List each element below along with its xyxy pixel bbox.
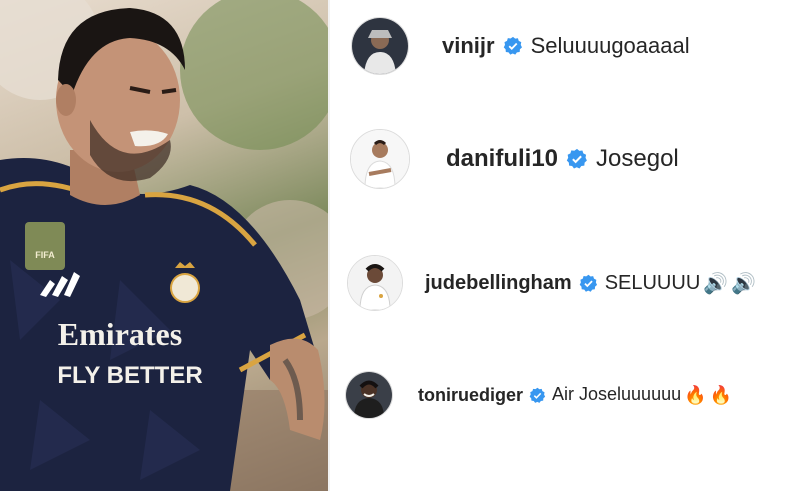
crest-icon	[170, 273, 200, 303]
fire-icon: 🔥	[684, 384, 707, 405]
comment-username[interactable]: judebellingham	[425, 272, 572, 295]
avatar[interactable]	[351, 17, 409, 75]
avatar[interactable]	[345, 371, 393, 419]
badge-text: FIFA	[35, 250, 55, 260]
comment-text: Josegol	[596, 145, 679, 172]
player-illustration: FIFA Emirates FLY BETTER	[0, 0, 328, 491]
comment-username[interactable]: toniruediger	[418, 385, 523, 406]
comment-text: SELUUUU 🔊 🔊	[605, 271, 756, 296]
player-photo: FIFA Emirates FLY BETTER	[0, 0, 328, 491]
comment-text: Air Joseluuuuuu 🔥 🔥	[552, 384, 732, 406]
fifa-badge-icon	[25, 222, 65, 270]
speaker-icon: 🔊	[703, 272, 729, 295]
verified-badge-icon	[529, 387, 546, 404]
sponsor-tagline: FLY BETTER	[57, 362, 202, 389]
player-avatar-icon	[348, 256, 402, 310]
comment-item: judebellingham SELUUUU 🔊 🔊	[347, 255, 756, 311]
comment-username[interactable]: vinijr	[442, 33, 495, 59]
player-avatar-icon	[346, 372, 392, 418]
verified-badge-icon	[579, 274, 598, 293]
comment-list: vinijr Seluuuugoaaaal danifuli10 Josegol	[330, 0, 800, 491]
avatar[interactable]	[350, 129, 410, 189]
avatar[interactable]	[347, 255, 403, 311]
verified-badge-icon	[566, 148, 588, 170]
comment-item: toniruediger Air Joseluuuuuu 🔥 🔥	[345, 371, 732, 419]
fire-icon: 🔥	[709, 384, 732, 405]
comment-item: danifuli10 Josegol	[350, 128, 679, 190]
player-avatar-icon	[351, 130, 409, 188]
comment-text-content: Air Joseluuuuuu	[552, 384, 682, 405]
comment-text-content: SELUUUU	[604, 271, 701, 294]
comment-username[interactable]: danifuli10	[446, 145, 558, 173]
sponsor-name: Emirates	[58, 316, 182, 352]
comment-item: vinijr Seluuuugoaaaal	[351, 16, 690, 76]
comment-text: Seluuuugoaaaal	[530, 33, 690, 58]
verified-badge-icon	[503, 36, 523, 56]
speaker-icon: 🔊	[731, 272, 757, 295]
player-avatar-icon	[352, 18, 408, 74]
